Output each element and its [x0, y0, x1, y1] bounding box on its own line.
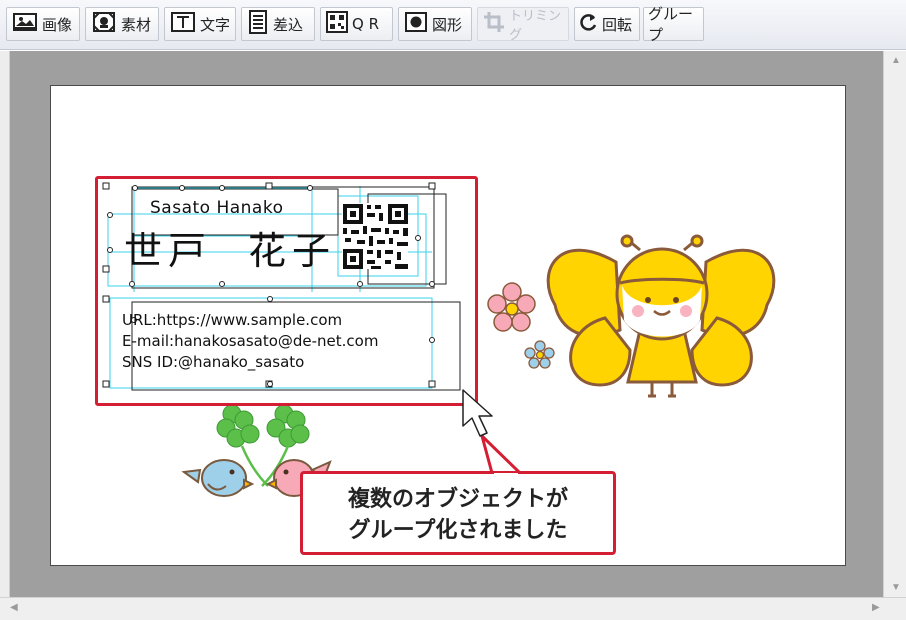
scroll-down-arrow-icon[interactable]: ▼ — [891, 582, 901, 593]
scroll-up-arrow-icon[interactable]: ▲ — [891, 55, 901, 66]
vertical-scrollbar[interactable]: ▲ ▼ — [883, 51, 906, 597]
scroll-left-arrow-icon[interactable]: ◀ — [10, 602, 18, 613]
horizontal-scrollbar[interactable]: ◀ ▶ — [0, 597, 906, 620]
mouse-cursor-icon — [462, 389, 493, 437]
scroll-right-arrow-icon[interactable]: ▶ — [872, 602, 880, 613]
